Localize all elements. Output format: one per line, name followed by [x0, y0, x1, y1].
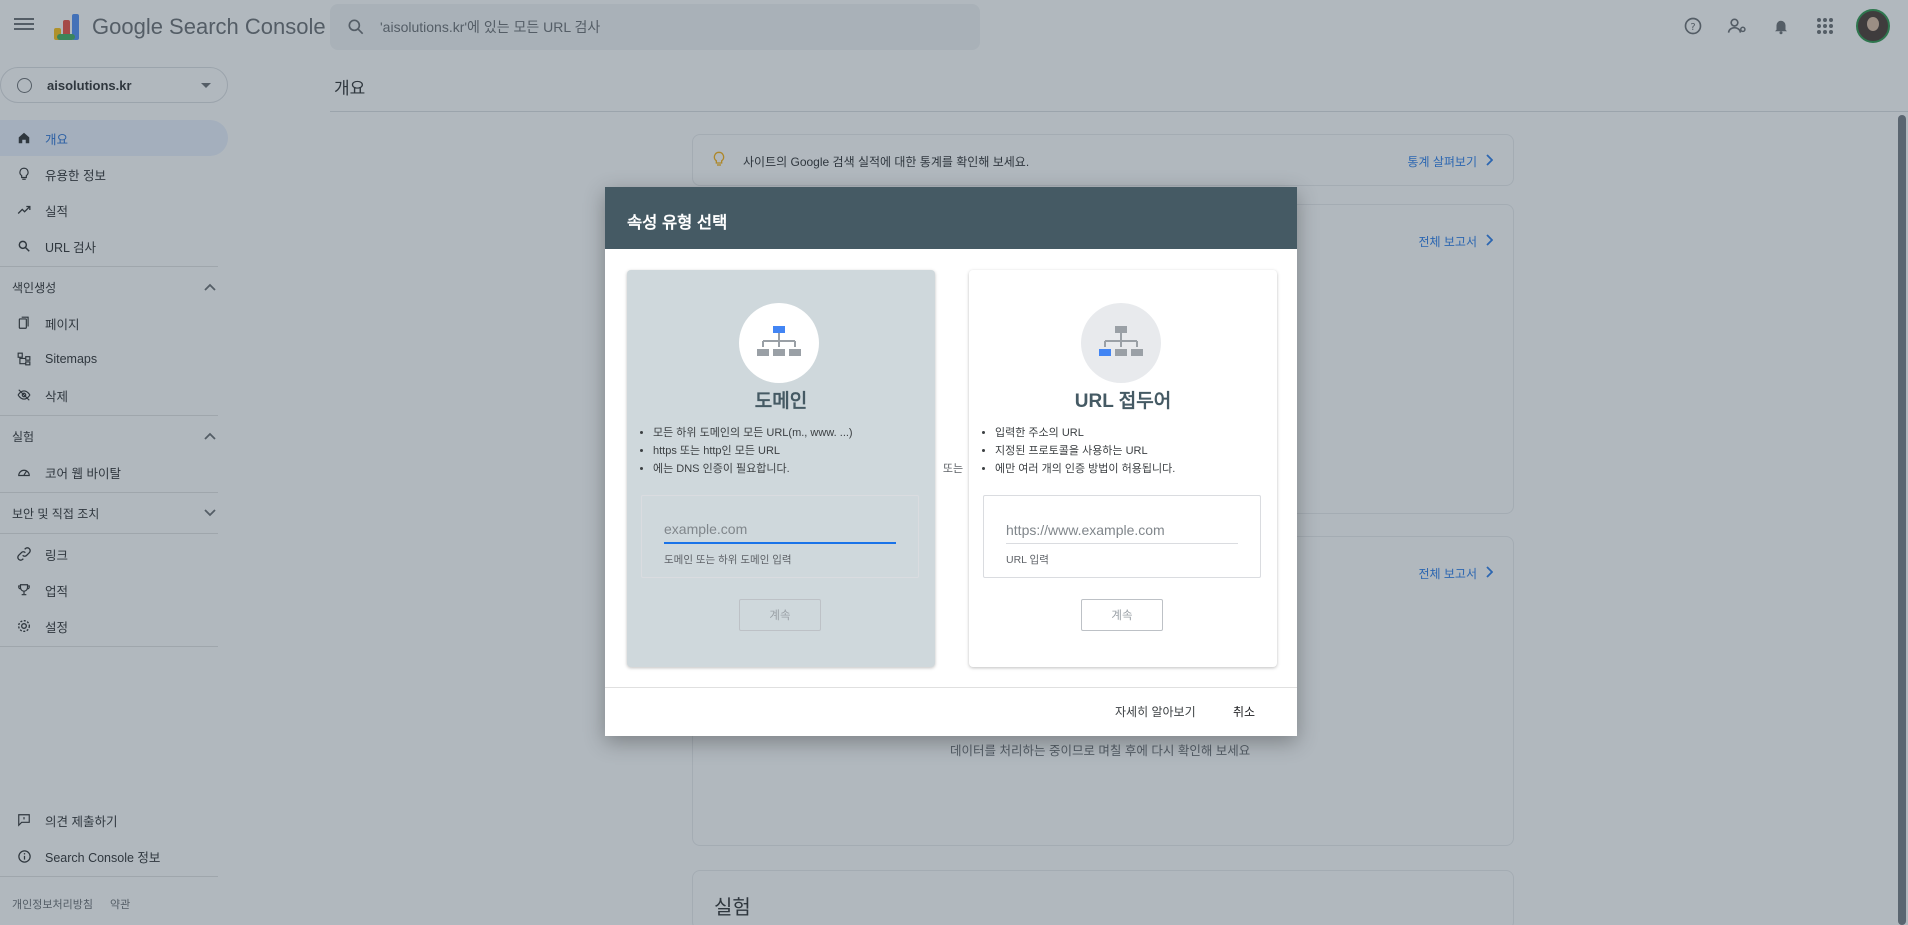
url-prefix-bullets: 입력한 주소의 URL 지정된 프로토콜을 사용하는 URL 에만 여러 개의 … [995, 427, 1265, 481]
domain-title: 도메인 [754, 391, 808, 412]
domain-input[interactable] [664, 518, 896, 544]
bullet-item: 모든 하위 도메인의 모든 URL(m., www. ...) [653, 427, 923, 439]
domain-sitemap-icon [739, 303, 819, 383]
url-prefix-title: URL 접두어 [1074, 391, 1172, 412]
domain-bullets: 모든 하위 도메인의 모든 URL(m., www. ...) https 또는… [653, 427, 923, 481]
dialog-title: 속성 유형 선택 [605, 187, 1297, 249]
url-prefix-option-card[interactable]: URL 접두어 입력한 주소의 URL 지정된 프로토콜을 사용하는 URL 에… [969, 270, 1277, 667]
bullet-item: 에만 여러 개의 인증 방법이 허용됩니다. [995, 463, 1265, 475]
learn-more-button[interactable]: 자세히 알아보기 [1115, 703, 1196, 720]
page-scrollbar[interactable] [1898, 115, 1906, 925]
url-prefix-helper-text: URL 입력 [1006, 554, 1049, 566]
bullet-item: 입력한 주소의 URL [995, 427, 1265, 439]
domain-continue-button[interactable]: 계속 [739, 599, 821, 631]
property-type-dialog: 속성 유형 선택 도메인 모든 하위 도메인의 모든 URL(m., www. … [605, 187, 1297, 736]
url-prefix-input[interactable] [1006, 518, 1238, 544]
domain-input-box: 도메인 또는 하위 도메인 입력 [641, 495, 919, 578]
domain-helper-text: 도메인 또는 하위 도메인 입력 [664, 554, 792, 566]
bullet-item: https 또는 http인 모든 URL [653, 445, 923, 457]
bullet-item: 지정된 프로토콜을 사용하는 URL [995, 445, 1265, 457]
bullet-item: 에는 DNS 인증이 필요합니다. [653, 463, 923, 475]
url-prefix-sitemap-icon [1081, 303, 1161, 383]
url-prefix-continue-button[interactable]: 계속 [1081, 599, 1163, 631]
url-prefix-input-box: URL 입력 [983, 495, 1261, 578]
cancel-button[interactable]: 취소 [1233, 703, 1255, 720]
domain-option-card[interactable]: 도메인 모든 하위 도메인의 모든 URL(m., www. ...) http… [627, 270, 935, 667]
or-separator: 또는 [942, 463, 964, 475]
dialog-footer-divider [605, 687, 1297, 688]
